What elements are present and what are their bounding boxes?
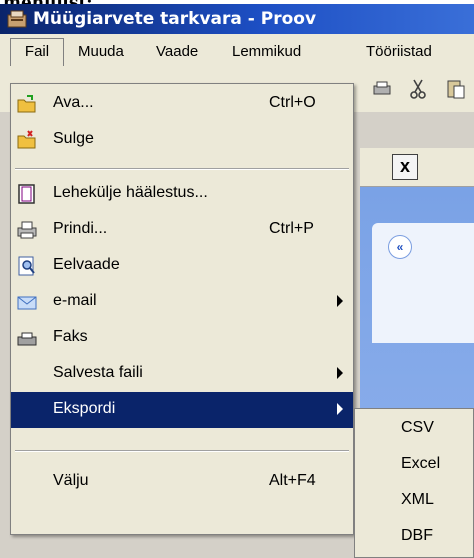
menu-item-faks[interactable]: Faks — [11, 320, 353, 356]
submenu-arrow-icon — [337, 367, 343, 379]
cut-icon[interactable] — [408, 78, 428, 100]
side-panel-card — [372, 223, 474, 343]
menu-item-label: Salvesta faili — [53, 364, 143, 381]
export-dbf[interactable]: DBF — [355, 519, 473, 555]
window-title: Müügiarvete tarkvara - Proov — [33, 9, 317, 29]
menu-item-label: Sulge — [53, 130, 94, 147]
menu-item-label: Prindi... — [53, 220, 108, 237]
export-xml[interactable]: XML — [355, 483, 473, 519]
printer-icon — [17, 221, 37, 239]
menu-item-label: e-mail — [53, 292, 97, 309]
menu-item-page-setup[interactable]: Lehekülje häälestus... — [11, 176, 353, 212]
file-menu-dropdown: Ava... Ctrl+O Sulge Lehekülje häälestus.… — [10, 83, 354, 535]
menu-item-shortcut: Ctrl+O — [269, 94, 316, 111]
menu-item-shortcut: Ctrl+P — [269, 220, 314, 237]
menu-item-valju[interactable]: Välju Alt+F4 — [11, 464, 353, 500]
menu-item-label: Ava... — [53, 94, 94, 111]
menu-item-label: Faks — [53, 328, 88, 345]
fax-icon — [17, 332, 37, 346]
menu-muuda[interactable]: Muuda — [78, 43, 124, 60]
panel-close-button[interactable]: x — [392, 154, 418, 180]
toolbar-print-icon[interactable] — [372, 80, 392, 98]
print-preview-icon — [18, 256, 35, 276]
menu-item-label: Välju — [53, 472, 89, 489]
menu-item-label: Lehekülje häälestus... — [53, 184, 208, 201]
paste-icon[interactable] — [446, 78, 466, 100]
menu-item-prindi[interactable]: Prindi... Ctrl+P — [11, 212, 353, 248]
menu-item-salvesta-faili[interactable]: Salvesta faili — [11, 356, 353, 392]
submenu-item-label: XML — [401, 491, 434, 508]
envelope-icon — [17, 296, 37, 310]
submenu-arrow-icon — [337, 403, 343, 415]
menu-item-sulge[interactable]: Sulge — [11, 122, 353, 158]
submenu-item-label: CSV — [401, 419, 434, 436]
menu-separator — [15, 450, 349, 452]
submenu-item-label: Excel — [401, 455, 441, 472]
submenu-item-label: DBF — [401, 527, 433, 544]
menu-item-eelvaade[interactable]: Eelvaade — [11, 248, 353, 284]
window-title-bar[interactable]: Müügiarvete tarkvara - Proov — [0, 4, 474, 34]
menu-tooriistad[interactable]: Tööriistad — [366, 43, 432, 60]
export-excel[interactable]: Excel — [355, 447, 473, 483]
open-folder-icon — [17, 95, 36, 113]
menu-vaade[interactable]: Vaade — [156, 43, 198, 60]
menu-item-ekspordi[interactable]: Ekspordi — [11, 392, 353, 428]
menu-item-label: Ekspordi — [53, 400, 116, 417]
menu-item-shortcut: Alt+F4 — [269, 472, 316, 489]
submenu-arrow-icon — [337, 295, 343, 307]
menu-fail[interactable]: Fail — [10, 38, 64, 66]
close-folder-icon — [17, 130, 36, 149]
menu-bar: Fail Muuda Vaade Lemmikud Tööriistad — [0, 34, 474, 68]
menu-separator — [15, 168, 349, 170]
app-icon — [7, 10, 27, 28]
export-submenu: CSV Excel XML DBF — [354, 408, 474, 558]
menu-item-email[interactable]: e-mail — [11, 284, 353, 320]
page-setup-icon — [18, 184, 35, 204]
menu-item-ava[interactable]: Ava... Ctrl+O — [11, 86, 353, 122]
menu-lemmikud[interactable]: Lemmikud — [232, 43, 301, 60]
menu-item-label: Eelvaade — [53, 256, 120, 273]
collapse-chevron-icon[interactable]: « — [388, 235, 412, 259]
export-csv[interactable]: CSV — [355, 411, 473, 447]
